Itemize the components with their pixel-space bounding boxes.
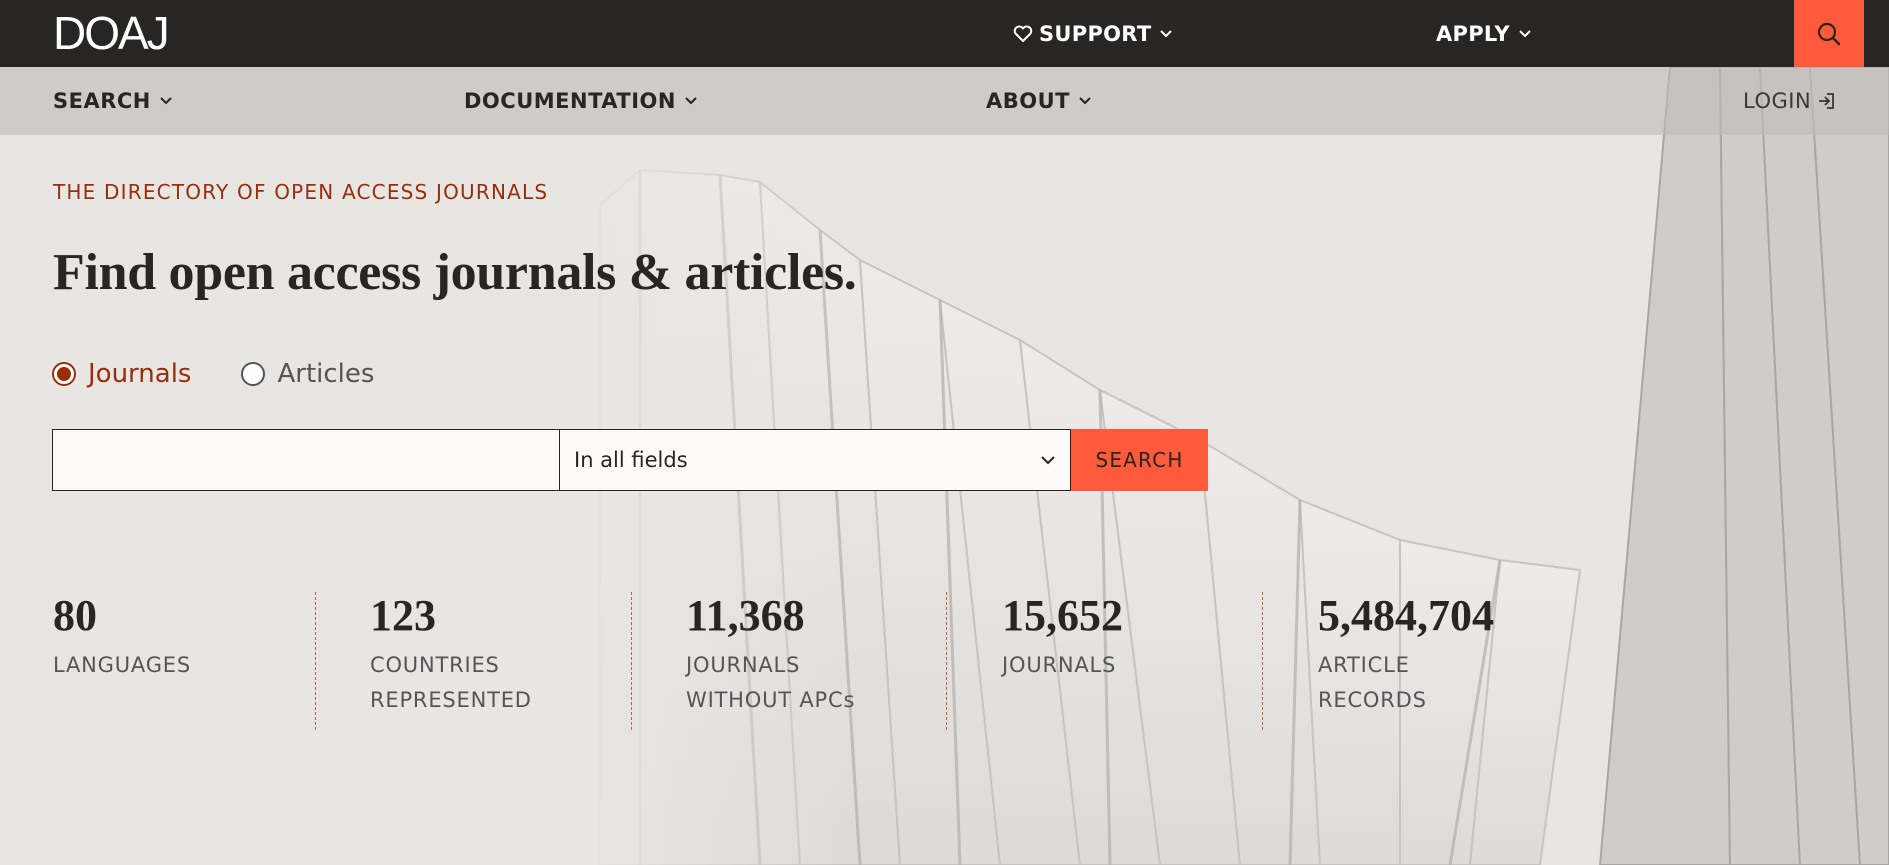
doaj-logo[interactable]: DOAJ [53,6,170,60]
radio-articles[interactable]: Articles [241,359,374,389]
stat-value: 123 [370,591,436,640]
search-field-value: In all fields [574,448,688,472]
search-type-radio-group: Journals Articles [52,359,424,389]
stat-divider [1262,592,1263,730]
stat-divider [315,592,316,730]
stat-divider [631,592,632,730]
apply-label: APPLY [1436,21,1510,46]
top-bar: DOAJ SUPPORT APPLY [0,0,1889,67]
stat-value: 5,484,704 [1318,591,1494,640]
radio-journals[interactable]: Journals [52,359,191,389]
support-label: SUPPORT [1039,21,1152,46]
apply-menu[interactable]: APPLY [1436,0,1532,67]
chevron-down-icon [1079,97,1091,105]
stat-divider [946,592,947,730]
stats-row: 80 LANGUAGES 123 COUNTRIES REPRESENTED 1… [0,590,1600,730]
search-icon [1817,22,1841,45]
stat-label: COUNTRIES REPRESENTED [370,653,532,712]
search-form: In all fields SEARCH [52,429,1208,491]
stat-article-records: 5,484,704 ARTICLE RECORDS [1318,590,1494,718]
chevron-down-icon [160,97,172,105]
login-icon [1819,93,1835,109]
stat-journals-without-apcs: 11,368 JOURNALS WITHOUT APCs [686,590,855,718]
stat-journals: 15,652 JOURNALS [1002,590,1123,683]
search-menu-label: SEARCH [53,89,151,113]
stat-label: JOURNALS [1002,653,1117,677]
chevron-down-icon [1519,29,1531,37]
stat-value: 11,368 [686,591,805,640]
secondary-nav: SEARCH DOCUMENTATION ABOUT LOGIN [0,67,1889,135]
search-submit-button[interactable]: SEARCH [1071,429,1208,491]
login-label: LOGIN [1743,89,1812,113]
radio-journals-label: Journals [88,359,192,389]
stat-languages: 80 LANGUAGES [53,590,191,683]
search-menu[interactable]: SEARCH [53,67,173,135]
search-field-select[interactable]: In all fields [560,429,1071,491]
stat-value: 15,652 [1002,591,1123,640]
login-link[interactable]: LOGIN [1743,67,1837,135]
documentation-menu[interactable]: DOCUMENTATION [464,67,698,135]
chevron-down-icon [685,97,697,105]
chevron-down-icon [1160,29,1173,37]
stat-value: 80 [53,591,97,640]
support-menu[interactable]: SUPPORT [1013,0,1173,67]
documentation-menu-label: DOCUMENTATION [464,89,676,113]
search-toggle-button[interactable] [1794,0,1864,67]
chevron-down-icon [1041,456,1055,465]
site-tagline: THE DIRECTORY OF OPEN ACCESS JOURNALS [53,180,549,204]
radio-button[interactable] [241,362,266,386]
about-menu-label: ABOUT [986,89,1070,113]
stat-label: ARTICLE RECORDS [1318,653,1427,712]
radio-articles-label: Articles [277,359,375,389]
stat-countries: 123 COUNTRIES REPRESENTED [370,590,532,718]
page-title: Find open access journals & articles. [53,244,857,301]
about-menu[interactable]: ABOUT [986,67,1092,135]
stat-label: JOURNALS WITHOUT APCs [686,653,856,712]
radio-button-selected[interactable] [52,362,76,386]
stat-label: LANGUAGES [53,653,191,677]
search-input[interactable] [52,429,560,491]
heart-icon [1013,25,1033,42]
